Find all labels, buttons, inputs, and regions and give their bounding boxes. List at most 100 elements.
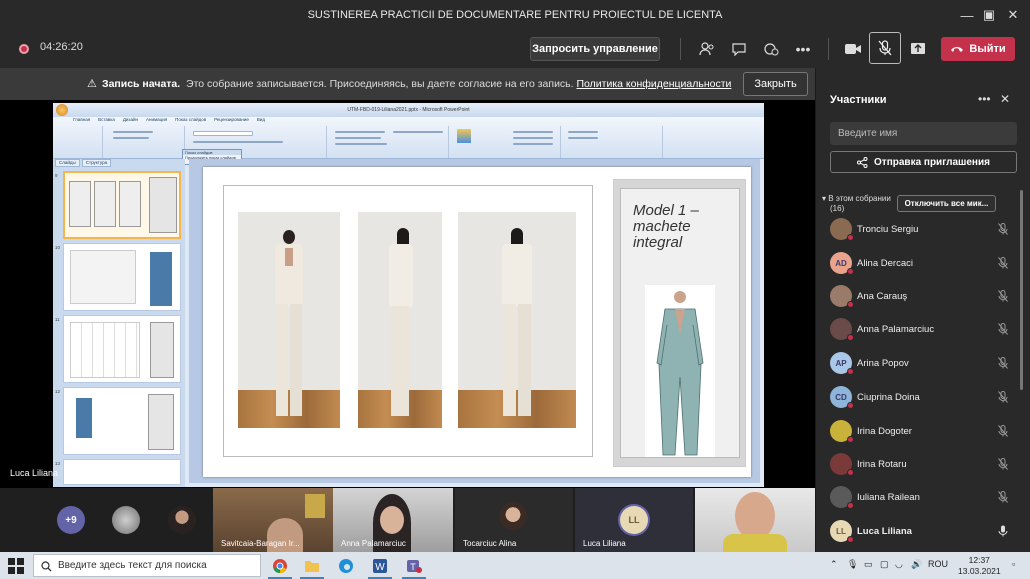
leave-label: Выйти <box>969 43 1006 55</box>
participant-name: Irina Rotaru <box>857 459 907 470</box>
mic-off-icon[interactable] <box>998 323 1008 338</box>
tray-network-icon[interactable]: ▭ <box>864 559 873 570</box>
participant-avatar: AD <box>830 252 854 275</box>
taskbar-search-placeholder: Введите здесь текст для поиска <box>58 560 207 571</box>
model-panel: Model 1 – machete integral <box>613 179 746 467</box>
participant-avatar <box>830 453 854 476</box>
participant-row[interactable]: Anna Palamarciuc <box>830 314 1015 344</box>
tile-initials-avatar: LL <box>620 506 648 534</box>
slide-thumbnail[interactable] <box>63 171 181 239</box>
tray-chevron-icon[interactable]: ⌃ <box>830 559 838 570</box>
taskbar-clock[interactable]: 12:37 13.03.2021 <box>958 555 1001 577</box>
avatar-initials: LL <box>836 526 846 536</box>
mic-off-icon[interactable] <box>998 425 1008 440</box>
mic-off-icon[interactable] <box>998 458 1008 473</box>
mic-off-icon[interactable] <box>998 290 1008 305</box>
participant-row[interactable]: LL Luca Liliana <box>830 516 1015 546</box>
presence-status-icon <box>847 301 854 308</box>
panel-tab-outline[interactable]: Структура <box>81 159 112 167</box>
panel-scrollbar[interactable] <box>1020 190 1023 390</box>
participant-search-input[interactable]: Введите имя <box>830 122 1017 145</box>
participant-avatar[interactable] <box>112 506 140 534</box>
chevron-down-icon: ▾ <box>822 194 827 203</box>
model-caption: Model 1 – machete integral <box>633 202 699 251</box>
in-meeting-section[interactable]: ▾ В этом собрании (16) <box>822 194 891 214</box>
mic-off-icon[interactable] <box>998 357 1008 372</box>
teams-icon[interactable]: T <box>402 555 426 577</box>
chat-icon[interactable] <box>726 37 752 61</box>
video-tile[interactable]: LL Luca Liliana <box>575 488 693 552</box>
privacy-policy-link[interactable]: Политика конфиденциальности <box>577 78 732 90</box>
slide-thumbnail[interactable] <box>63 315 181 383</box>
windows-taskbar: Введите здесь текст для поиска W T ⌃ 🎙 ▭… <box>0 552 1030 579</box>
edge-icon[interactable] <box>334 555 358 577</box>
presence-status-icon <box>847 402 854 409</box>
taskbar-search-input[interactable]: Введите здесь текст для поиска <box>33 554 261 577</box>
mic-off-icon[interactable] <box>998 223 1008 238</box>
panel-tabs: Слайды Структура <box>55 159 112 167</box>
tray-mic-icon[interactable]: 🎙 <box>847 559 858 570</box>
close-window-icon[interactable]: ✕ <box>996 0 1030 30</box>
search-icon <box>41 561 52 572</box>
participant-avatar <box>830 318 854 341</box>
participant-row[interactable]: Iuliana Railean <box>830 482 1015 512</box>
mic-on-icon[interactable] <box>998 525 1008 540</box>
current-slide: Model 1 – machete integral <box>203 167 751 477</box>
tray-display-icon[interactable]: ▢ <box>880 559 889 570</box>
participant-name: Alina Dercaci <box>857 258 913 269</box>
slide-thumbnail[interactable] <box>63 459 181 485</box>
presence-status-icon <box>847 502 854 509</box>
mic-off-icon[interactable] <box>998 391 1008 406</box>
participant-avatar: CD <box>830 386 854 409</box>
share-screen-icon[interactable] <box>905 37 931 61</box>
word-icon[interactable]: W <box>368 555 392 577</box>
participant-row[interactable]: AD Alina Dercaci <box>830 248 1015 278</box>
participant-avatar: AP <box>830 352 854 375</box>
video-tile[interactable]: Tocarciuc Alina <box>455 488 573 552</box>
ribbon-tab: Показ слайдов <box>175 117 207 122</box>
mic-off-icon[interactable] <box>998 491 1008 506</box>
thumb-number: 12 <box>55 389 61 394</box>
close-banner-button[interactable]: Закрыть <box>743 72 808 96</box>
participant-row[interactable]: CD Ciuprina Doina <box>830 382 1015 412</box>
participant-row[interactable]: Tronciu Sergiu <box>830 214 1015 244</box>
panel-more-icon[interactable]: ••• <box>978 92 991 106</box>
leave-button[interactable]: Выйти <box>941 37 1015 61</box>
share-invite-button[interactable]: Отправка приглашения <box>830 151 1017 173</box>
video-tile[interactable] <box>695 488 815 552</box>
participant-row[interactable]: Irina Dogoter <box>830 416 1015 446</box>
windows-start-icon[interactable] <box>8 558 24 574</box>
chrome-icon[interactable] <box>268 555 292 577</box>
front-view-photo <box>238 212 340 428</box>
language-indicator[interactable]: ROU <box>928 559 948 569</box>
more-participants-button[interactable]: +9 <box>57 506 85 534</box>
meeting-timer: 04:26:20 <box>40 41 83 53</box>
request-control-button[interactable]: Запросить управление <box>530 37 660 61</box>
video-tile[interactable]: Savitcaia-Baragan Ir... <box>213 488 333 552</box>
participant-avatar[interactable] <box>168 506 196 534</box>
participant-row[interactable]: AP Arina Popov <box>830 348 1015 378</box>
participant-avatar <box>830 218 854 241</box>
notifications-icon[interactable]: ▫ <box>1012 559 1015 569</box>
panel-tab-slides[interactable]: Слайды <box>55 159 80 167</box>
panel-close-icon[interactable]: ✕ <box>1000 92 1010 106</box>
participant-avatar: LL <box>830 520 854 543</box>
participant-row[interactable]: Irina Rotaru <box>830 449 1015 479</box>
mic-off-icon[interactable] <box>998 257 1008 272</box>
video-tile[interactable]: Anna Palamarciuc <box>333 488 453 552</box>
file-explorer-icon[interactable] <box>300 555 324 577</box>
tray-volume-icon[interactable]: 🔊 <box>911 559 922 570</box>
microphone-muted-button[interactable] <box>869 32 901 64</box>
section-label: В этом собрании <box>828 194 891 203</box>
reactions-icon[interactable] <box>758 37 784 61</box>
ppt-ribbon: Главная Вставка Дизайн Анимация Показ сл… <box>53 117 764 159</box>
camera-icon[interactable] <box>840 37 866 61</box>
participant-row[interactable]: Ana Carauş <box>830 281 1015 311</box>
more-options-icon[interactable]: ••• <box>790 37 816 61</box>
tray-wifi-icon[interactable]: ◡ <box>895 559 903 570</box>
mute-all-button[interactable]: Отключить все мик... <box>897 195 996 212</box>
warning-icon: ⚠ <box>87 78 97 90</box>
slide-thumbnail[interactable] <box>63 243 181 311</box>
slide-thumbnail[interactable] <box>63 387 181 455</box>
participants-icon[interactable] <box>694 37 720 61</box>
